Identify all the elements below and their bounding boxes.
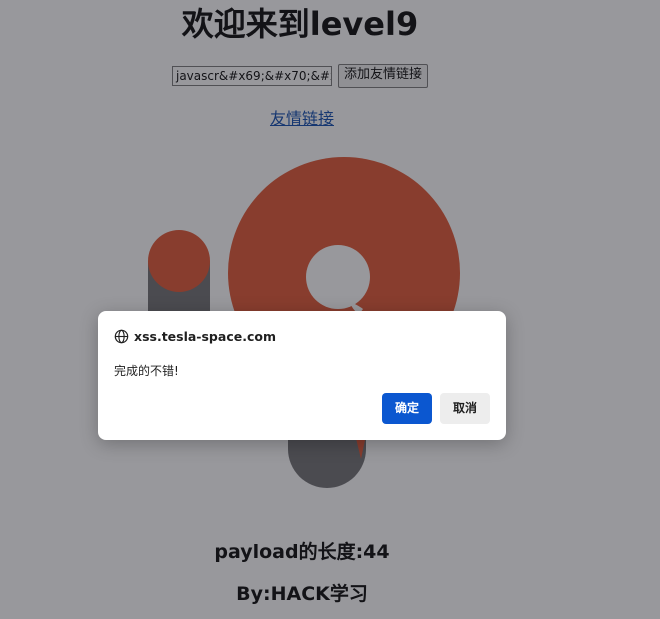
dialog-origin: xss.tesla-space.com (114, 328, 276, 344)
ok-button[interactable]: 确定 (382, 393, 432, 424)
dialog-origin-text: xss.tesla-space.com (134, 328, 276, 344)
globe-icon (114, 329, 129, 343)
alert-dialog: xss.tesla-space.com 完成的不错! 确定 取消 (98, 311, 506, 440)
cancel-button[interactable]: 取消 (440, 393, 490, 424)
dialog-message: 完成的不错! (114, 364, 179, 378)
modal-overlay (0, 0, 660, 619)
